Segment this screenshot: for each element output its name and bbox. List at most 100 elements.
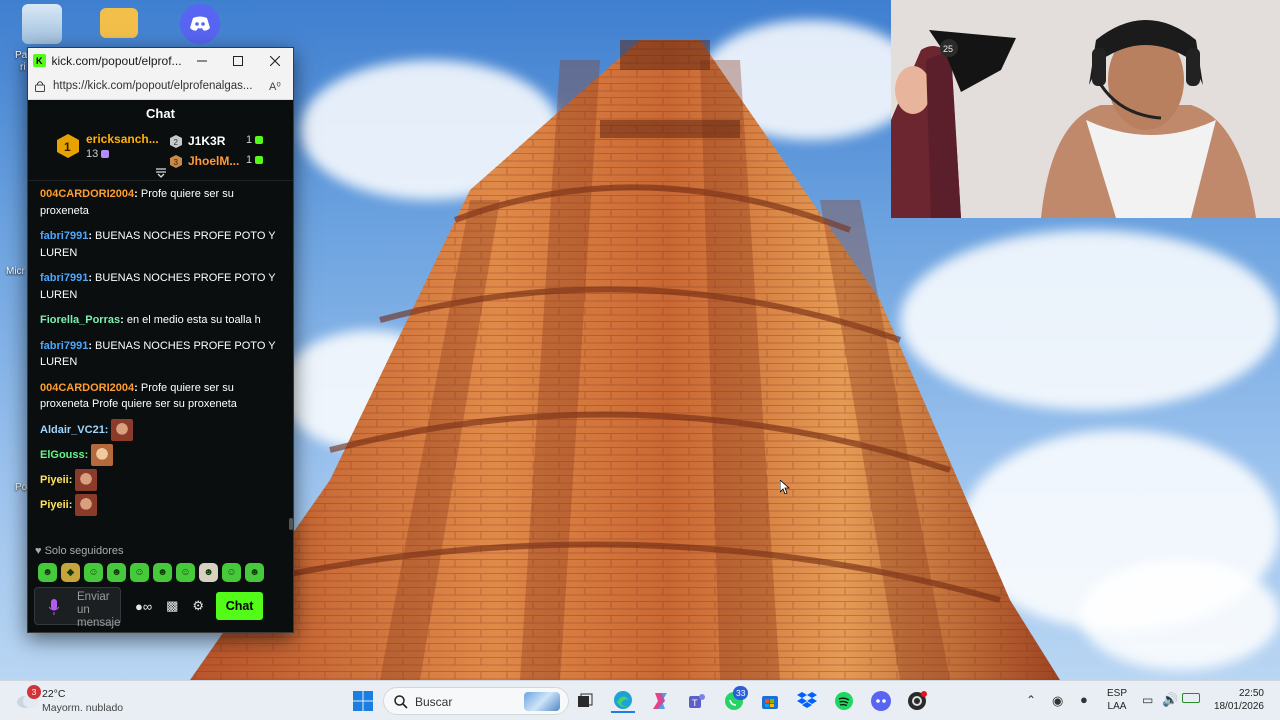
folder-icon[interactable] xyxy=(100,8,138,38)
emote-button[interactable]: ☻ xyxy=(153,563,172,582)
chat-emote-message: ElGouss: xyxy=(40,443,283,468)
minimize-button[interactable] xyxy=(183,48,220,73)
chat-emote-message: Aldair_VC21: xyxy=(40,418,283,443)
chat-emote-message: Piyeii: xyxy=(40,493,283,518)
gifter-1-name[interactable]: ericksanch... xyxy=(86,132,159,146)
chat-send-button[interactable]: Chat xyxy=(216,592,264,620)
chat-popup-window[interactable]: K kick.com/popout/elprof... https://kick… xyxy=(27,47,294,633)
obs-icon[interactable] xyxy=(905,689,929,713)
gifter-1-count: 13 xyxy=(86,148,110,160)
close-button[interactable] xyxy=(256,48,293,73)
start-windows-icon[interactable] xyxy=(351,689,375,713)
chat-username[interactable]: Piyeii: xyxy=(40,474,72,486)
dropbox-icon[interactable] xyxy=(795,689,819,713)
chat-username[interactable]: Piyeii: xyxy=(40,499,72,511)
teams-icon[interactable]: T xyxy=(685,689,709,713)
clock-date: 18/01/2026 xyxy=(1213,701,1264,712)
gift-icon xyxy=(101,150,110,158)
clock-time: 22:50 xyxy=(1238,688,1264,699)
chat-username[interactable]: Aldair_VC21: xyxy=(40,424,108,436)
chat-message-input[interactable]: Enviar un mensaje xyxy=(34,587,121,629)
spotify-icon[interactable] xyxy=(832,689,856,713)
chat-username[interactable]: 004CARDORI2004 xyxy=(40,188,134,200)
display-icon[interactable]: ▭ xyxy=(1142,693,1153,707)
discord-icon[interactable] xyxy=(180,4,220,44)
search-placeholder: Buscar xyxy=(415,695,453,709)
url-text[interactable]: https://kick.com/popout/elprofenalgas... xyxy=(53,80,265,92)
window-titlebar[interactable]: K kick.com/popout/elprof... xyxy=(28,48,293,73)
webcam-overlay: 25 xyxy=(891,0,1280,218)
chat-message: 004CARDORI2004: Profe quiere ser su prox… xyxy=(40,188,234,217)
emote-button[interactable]: ☺ xyxy=(84,563,103,582)
emote-button[interactable]: ☺ xyxy=(222,563,241,582)
chat-message: fabri7991: BUENAS NOCHES PROFE POTO Y LU… xyxy=(40,230,276,259)
emote-button[interactable]: ☻ xyxy=(107,563,126,582)
address-bar[interactable]: https://kick.com/popout/elprofenalgas...… xyxy=(28,73,293,100)
svg-text:3: 3 xyxy=(174,158,179,167)
network-status-icon[interactable]: ◉ xyxy=(1052,693,1063,709)
gear-icon[interactable]: ⚙ xyxy=(192,598,204,614)
emote-button[interactable]: ☻ xyxy=(245,563,264,582)
chat-username[interactable]: fabri7991 xyxy=(40,340,88,352)
input-placeholder: Enviar un mensaje xyxy=(77,591,121,629)
emote-image xyxy=(75,469,98,491)
kick-favicon-icon: K xyxy=(33,54,46,67)
chat-username[interactable]: Fiorella_Porras xyxy=(40,314,120,326)
svg-text:25: 25 xyxy=(943,44,953,54)
gift-icon xyxy=(255,156,264,164)
window-title: kick.com/popout/elprof... xyxy=(51,53,182,68)
edge-browser-icon[interactable] xyxy=(611,689,635,713)
chat-username[interactable]: 004CARDORI2004 xyxy=(40,382,134,394)
task-view-icon[interactable] xyxy=(573,689,597,713)
emote-image xyxy=(91,444,114,466)
chat-username[interactable]: fabri7991 xyxy=(40,230,88,242)
emote-image xyxy=(75,494,98,516)
weather-alert-badge: 3 xyxy=(27,685,41,699)
svg-text:T: T xyxy=(692,698,698,708)
minimize-icon xyxy=(196,60,207,61)
svg-text:2: 2 xyxy=(174,138,179,147)
emote-button[interactable]: ☺ xyxy=(176,563,195,582)
desktop-label-1: Pa xyxy=(15,50,28,61)
mic-icon[interactable] xyxy=(49,599,59,615)
chat-input-row: Enviar un mensaje ●∞ ▩ ⚙ Chat xyxy=(34,587,289,629)
quick-emote-bar[interactable]: ☻ ◆ ☺ ☻ ☺ ☻ ☺ ☻ ☺ ☻ xyxy=(38,563,264,582)
emote-button[interactable]: ☺ xyxy=(130,563,149,582)
discord-taskbar-icon[interactable] xyxy=(869,689,893,713)
input-language[interactable]: ESP LAA xyxy=(1104,688,1130,712)
chat-username[interactable]: fabri7991 xyxy=(40,272,88,284)
emote-button[interactable]: ☻ xyxy=(199,563,218,582)
chat-scrollbar[interactable] xyxy=(289,518,293,530)
weather-temperature: 22°C xyxy=(42,688,66,700)
chat-username[interactable]: ElGouss: xyxy=(40,449,88,461)
infinity-icon[interactable]: ●∞ xyxy=(135,599,152,614)
microphone-icon[interactable]: ● xyxy=(1080,692,1088,707)
bronze-rank-badge-icon: 3 xyxy=(170,155,182,168)
show-hidden-icons-chevron-icon[interactable]: ⌃ xyxy=(1026,693,1036,707)
gold-rank-badge-icon: 1 xyxy=(57,134,79,158)
whatsapp-unread-badge: 33 xyxy=(733,686,749,700)
emote-button[interactable]: ☻ xyxy=(38,563,57,582)
gift-icon xyxy=(255,136,264,144)
chat-message: 004CARDORI2004: Profe quiere ser su prox… xyxy=(40,381,237,411)
gifter-2-name[interactable]: J1K3R xyxy=(188,134,225,148)
emote-button[interactable]: ◆ xyxy=(61,563,80,582)
store-icon[interactable]: ▩ xyxy=(166,598,178,614)
battery-icon[interactable] xyxy=(1182,693,1200,703)
collapse-toggle-button[interactable] xyxy=(28,168,293,181)
reader-mode-icon[interactable]: A⁰ xyxy=(269,80,281,93)
recycle-bin-icon[interactable] xyxy=(22,4,62,44)
clock[interactable]: 22:50 18/01/2026 xyxy=(1208,688,1272,712)
chat-message: Fiorella_Porras: en el medio esta su toa… xyxy=(40,314,261,326)
close-icon xyxy=(269,55,280,66)
chat-message: fabri7991: BUENAS NOCHES PROFE POTO Y LU… xyxy=(40,339,276,369)
gifter-3-name[interactable]: JhoelM... xyxy=(188,154,239,168)
taskbar-search[interactable]: Buscar xyxy=(383,687,569,715)
chat-message-list[interactable]: 004CARDORI2004: Profe quiere ser su prox… xyxy=(28,181,293,518)
weather-widget[interactable]: 3 22°C Mayorm. nublado xyxy=(12,681,132,720)
store-app-icon[interactable] xyxy=(758,689,782,713)
copilot-icon[interactable] xyxy=(648,689,672,713)
volume-icon[interactable]: 🔊 xyxy=(1162,692,1178,708)
followers-only-notice: ♥ Solo seguidores xyxy=(35,545,124,557)
maximize-button[interactable] xyxy=(220,48,257,73)
